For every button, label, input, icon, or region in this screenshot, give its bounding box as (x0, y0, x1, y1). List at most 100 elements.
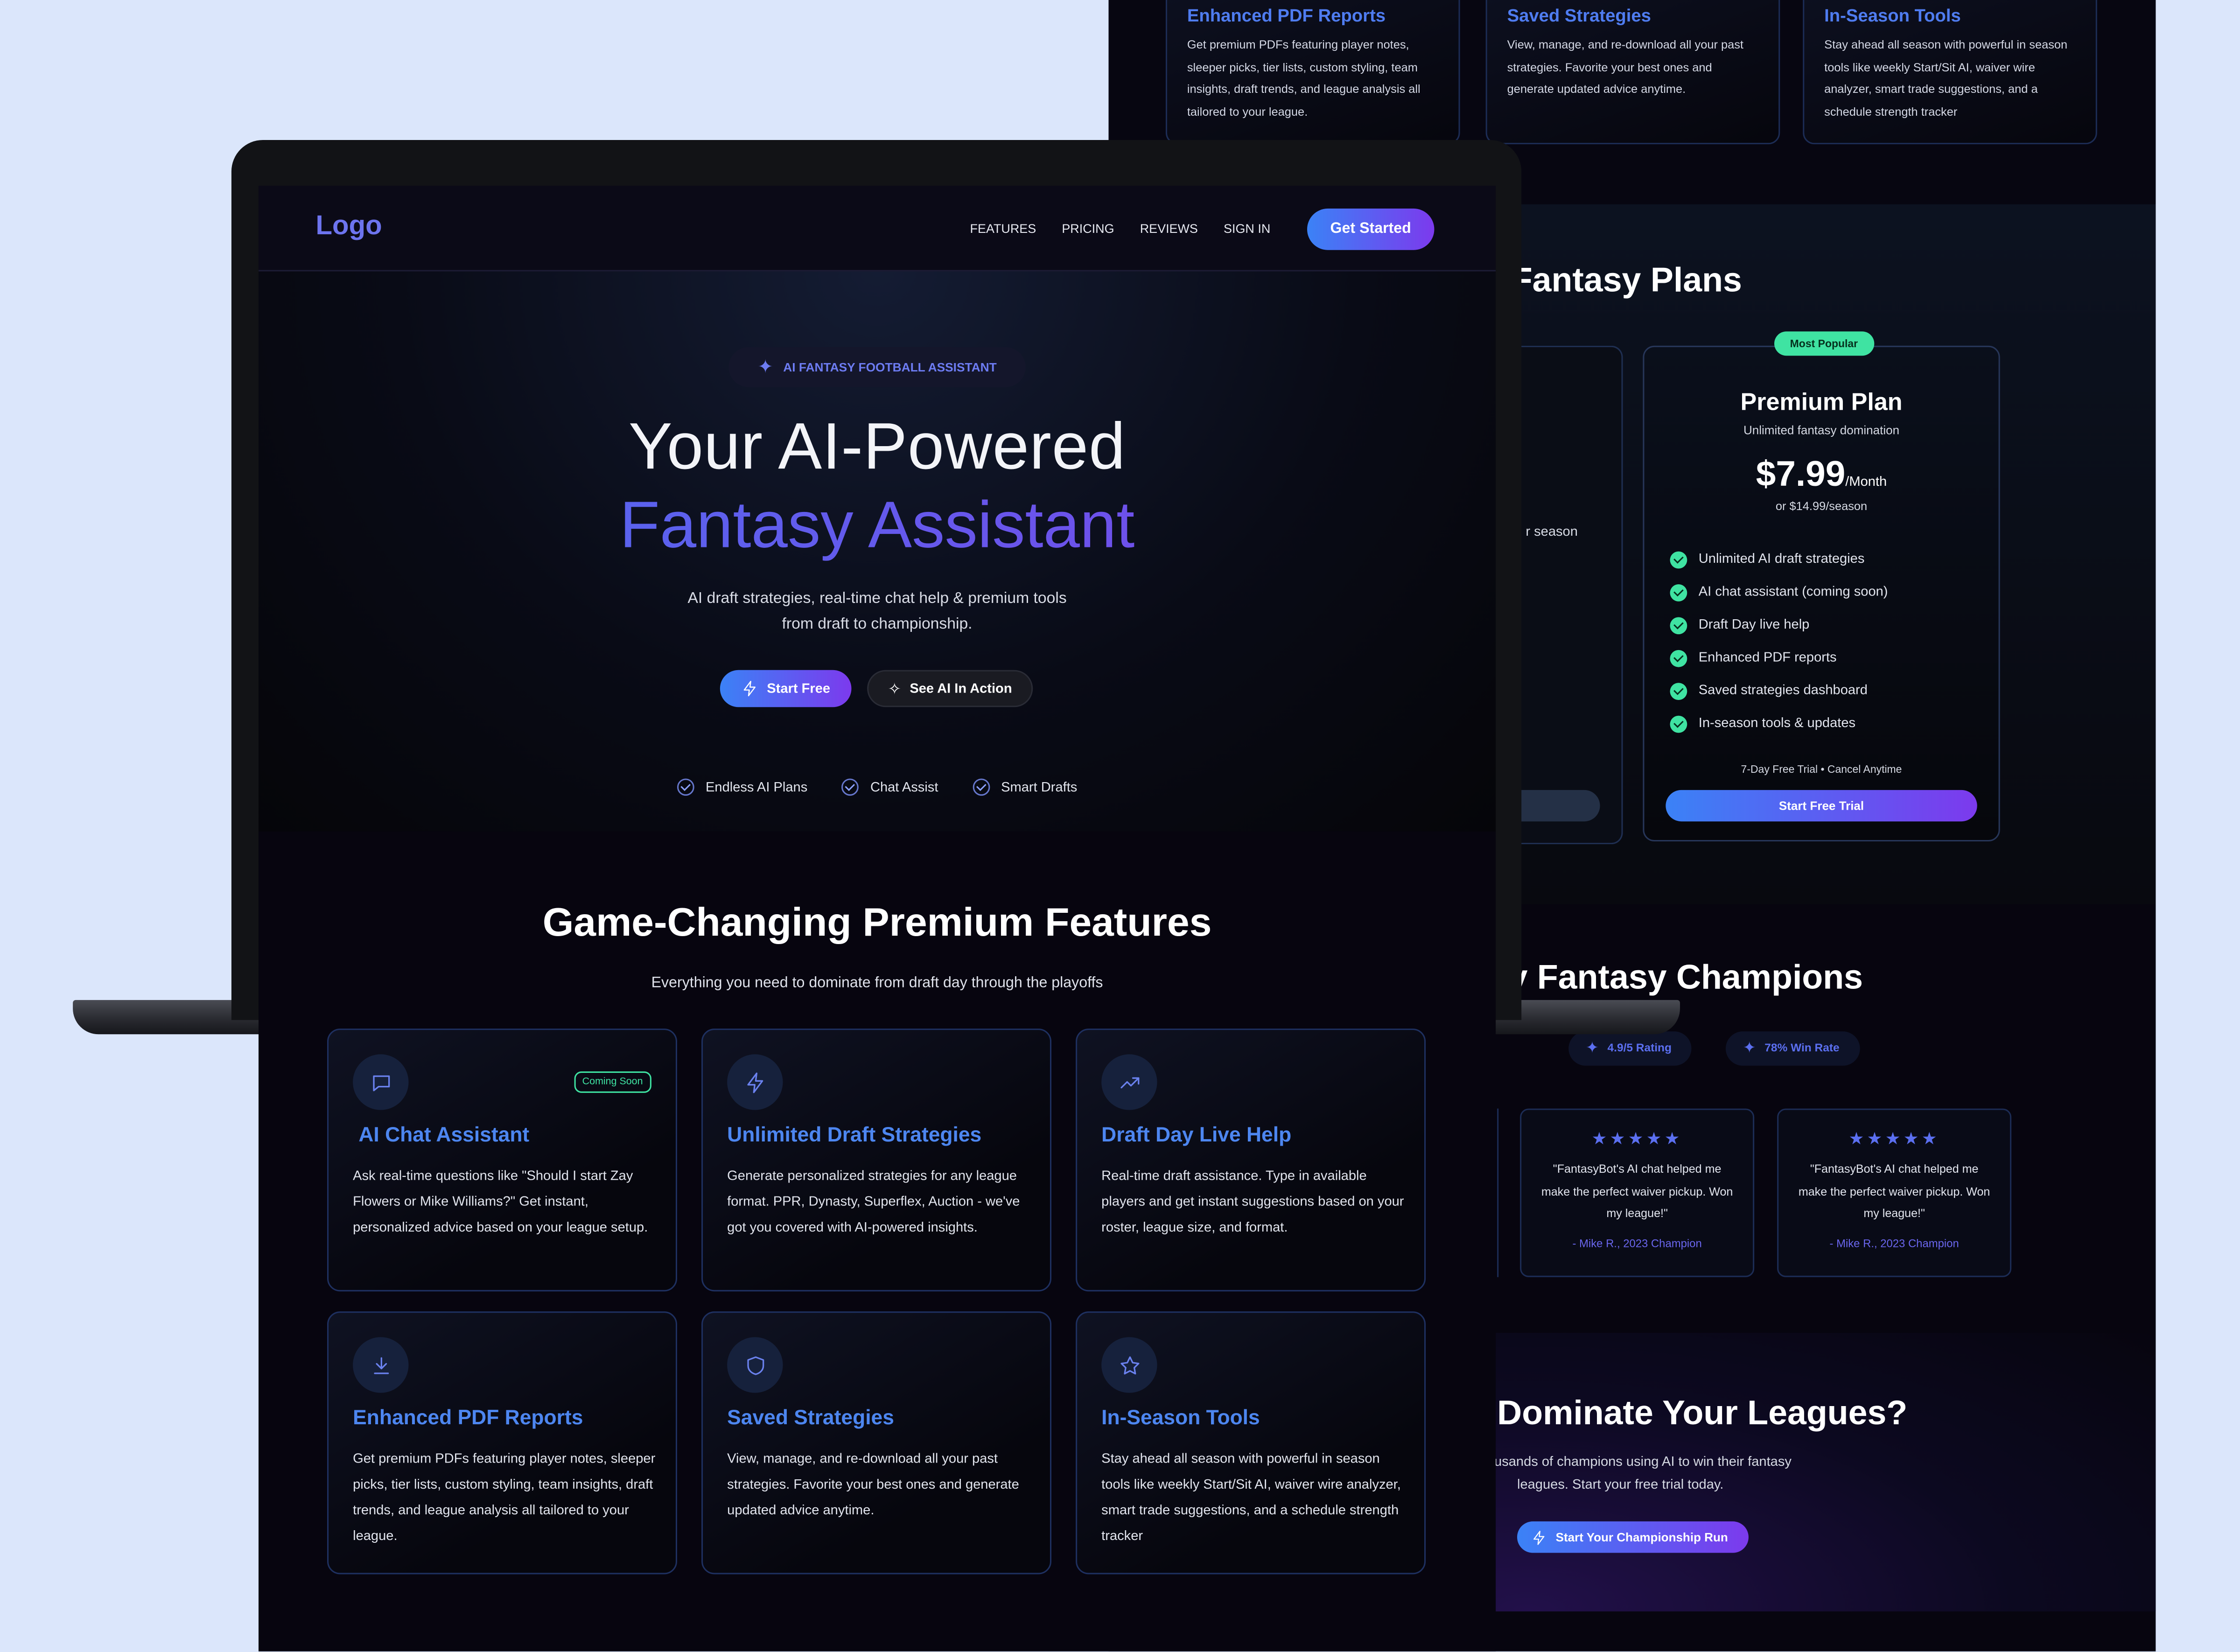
back-feature-body: Stay ahead all season with powerful in s… (1824, 37, 2068, 118)
trust-item: Endless AI Plans (677, 778, 807, 796)
review-card: ★★★★★ "FantasyBot's AI chat helped me ma… (1777, 1108, 2012, 1277)
back-feature-card: Enhanced PDF Reports Get premium PDFs fe… (1165, 0, 1460, 145)
star-icon (1101, 1337, 1157, 1393)
hero-section: ✦ AI FANTASY FOOTBALL ASSISTANT Your AI-… (259, 271, 1496, 832)
chat-icon (353, 1054, 409, 1110)
sparkle-icon: ✧ (888, 680, 901, 698)
nav-link-pricing[interactable]: PRICING (1062, 221, 1114, 236)
back-feature-title: Saved Strategies (1507, 6, 1651, 26)
pricing-heading: Fantasy Plans (1511, 261, 1742, 300)
hero-subtitle: AI draft strategies, real-time chat help… (259, 586, 1496, 637)
plan-alt-price: or $14.99/season (1775, 498, 1868, 513)
plan-feature: AI chat assistant (coming soon) (1670, 576, 1999, 609)
check-badge-icon (1670, 715, 1687, 732)
plan-feature: Unlimited AI draft strategies (1670, 543, 1999, 575)
plan-feature-label: Enhanced PDF reports (1698, 650, 1837, 666)
features-section: Game-Changing Premium Features Everythin… (259, 831, 1496, 1652)
premium-plan-card: Premium Plan Unlimited fantasy dominatio… (1643, 345, 2000, 842)
feature-body: Real-time draft assistance. Type in avai… (1101, 1169, 1404, 1236)
rating-stars: ★★★★★ (1591, 1128, 1683, 1149)
plan-feature: In-season tools & updates (1670, 707, 1999, 740)
mockup-stage: Enhanced PDF Reports Get premium PDFs fe… (0, 0, 2240, 1652)
check-icon (972, 778, 990, 796)
rating-pill: ✦ 4.9/5 Rating (1568, 1031, 1692, 1066)
trust-item: Smart Drafts (972, 778, 1078, 796)
plan-feature-label: AI chat assistant (coming soon) (1698, 584, 1888, 600)
check-icon (677, 778, 694, 796)
lightning-icon (727, 1054, 783, 1110)
back-feature-card: Saved Strategies View, manage, and re-do… (1485, 0, 1780, 145)
feature-title: Enhanced PDF Reports (353, 1407, 583, 1430)
sparkle-icon: ✦ (1743, 1040, 1756, 1057)
lightning-icon (1533, 1530, 1545, 1545)
see-ai-in-action-button[interactable]: ✧ See AI In Action (867, 670, 1033, 707)
start-free-trial-button[interactable]: Start Free Trial (1666, 790, 1977, 822)
trust-item: Chat Assist (841, 778, 938, 796)
feature-title: Unlimited Draft Strategies (727, 1124, 982, 1148)
hero-subtitle-line: AI draft strategies, real-time chat help… (687, 590, 1067, 608)
check-badge-icon (1670, 551, 1687, 568)
feature-card-pdf-reports: Enhanced PDF Reports Get premium PDFs fe… (327, 1311, 678, 1575)
cta-subtitle: usands of champions using AI to win thei… (1494, 1451, 1792, 1497)
feature-card-in-season: In-Season Tools Stay ahead all season wi… (1076, 1311, 1426, 1575)
nav-link-features[interactable]: FEATURES (970, 221, 1036, 236)
feature-body: View, manage, and re-download all your p… (727, 1451, 1019, 1519)
feature-body: Generate personalized strategies for any… (727, 1169, 1020, 1236)
review-author: - Mike R., 2023 Champion (1829, 1236, 1959, 1250)
start-free-label: Start Free (767, 680, 831, 697)
review-author: - Mike R., 2023 Champion (1572, 1236, 1702, 1250)
check-badge-icon (1670, 682, 1687, 700)
hero-title-line1: Your AI-Powered (628, 408, 1126, 483)
most-popular-badge: Most Popular (1774, 331, 1874, 356)
basic-plan-text: r season (1526, 524, 1578, 540)
see-ai-label: See AI In Action (910, 680, 1012, 697)
check-badge-icon (1670, 616, 1687, 634)
hero-title-line2: Fantasy Assistant (259, 486, 1496, 563)
trust-label: Smart Drafts (1001, 779, 1078, 795)
get-started-button[interactable]: Get Started (1307, 208, 1435, 250)
price-value: $7.99 (1756, 454, 1846, 495)
cta-subtitle-line: usands of champions using AI to win thei… (1494, 1454, 1792, 1470)
nav-link-reviews[interactable]: REVIEWS (1140, 221, 1198, 236)
plan-feature-label: Saved strategies dashboard (1698, 683, 1868, 699)
download-icon (353, 1337, 409, 1393)
price-unit: /Month (1845, 474, 1887, 490)
plan-price: $7.99/Month (1644, 454, 1998, 496)
top-nav: Logo FEATURES PRICING REVIEWS SIGN IN Ge… (259, 185, 1496, 272)
cta-heading: Dominate Your Leagues? (1497, 1394, 1908, 1433)
feature-card-saved-strategies: Saved Strategies View, manage, and re-do… (701, 1311, 1052, 1575)
back-feature-body: Get premium PDFs featuring player notes,… (1187, 37, 1421, 118)
review-card: ★★★★★ "FantasyBot's AI chat helped me ma… (1520, 1108, 1755, 1277)
review-quote: "FantasyBot's AI chat helped me make the… (1541, 1162, 1733, 1220)
features-title: Game-Changing Premium Features (542, 900, 1212, 945)
reviews-heading: y Fantasy Champions (1508, 959, 1863, 997)
sparkle-icon: ✦ (1585, 1040, 1599, 1057)
review-quote: "FantasyBot's AI chat helped me make the… (1798, 1162, 1990, 1220)
shield-icon (727, 1337, 783, 1393)
logo[interactable]: Logo (316, 211, 382, 243)
check-badge-icon (1670, 583, 1687, 601)
start-free-button[interactable]: Start Free (720, 670, 852, 707)
feature-card-draft-strategies: Unlimited Draft Strategies Generate pers… (701, 1029, 1052, 1292)
sparkle-icon: ✦ (757, 356, 773, 378)
plan-subtitle: Unlimited fantasy domination (1743, 423, 1900, 437)
trust-badges: Endless AI Plans Chat Assist Smart Draft… (259, 778, 1496, 796)
hero-badge: ✦ AI FANTASY FOOTBALL ASSISTANT (728, 347, 1026, 387)
rating-pill-label: 4.9/5 Rating (1607, 1041, 1672, 1055)
check-badge-icon (1670, 649, 1687, 667)
hero-badge-label: AI FANTASY FOOTBALL ASSISTANT (783, 360, 997, 375)
trust-label: Chat Assist (870, 779, 938, 795)
start-championship-button[interactable]: Start Your Championship Run (1517, 1521, 1748, 1553)
feature-card-ai-chat: Coming Soon AI Chat Assistant Ask real-t… (327, 1029, 678, 1292)
feature-title: Saved Strategies (727, 1407, 894, 1430)
feature-body: Get premium PDFs featuring player notes,… (353, 1451, 656, 1545)
back-feature-card: In-Season Tools Stay ahead all season wi… (1803, 0, 2097, 145)
win-rate-pill-label: 78% Win Rate (1764, 1041, 1840, 1055)
plan-feature-label: In-season tools & updates (1698, 715, 1856, 732)
hero-subtitle-line: from draft to championship. (782, 616, 973, 633)
features-subtitle: Everything you need to dominate from dra… (651, 974, 1103, 992)
back-feature-title: Enhanced PDF Reports (1187, 6, 1386, 26)
plan-feature-list: Unlimited AI draft strategies AI chat as… (1670, 543, 1999, 740)
feature-title: AI Chat Assistant (358, 1124, 530, 1148)
nav-link-sign-in[interactable]: SIGN IN (1224, 221, 1270, 236)
